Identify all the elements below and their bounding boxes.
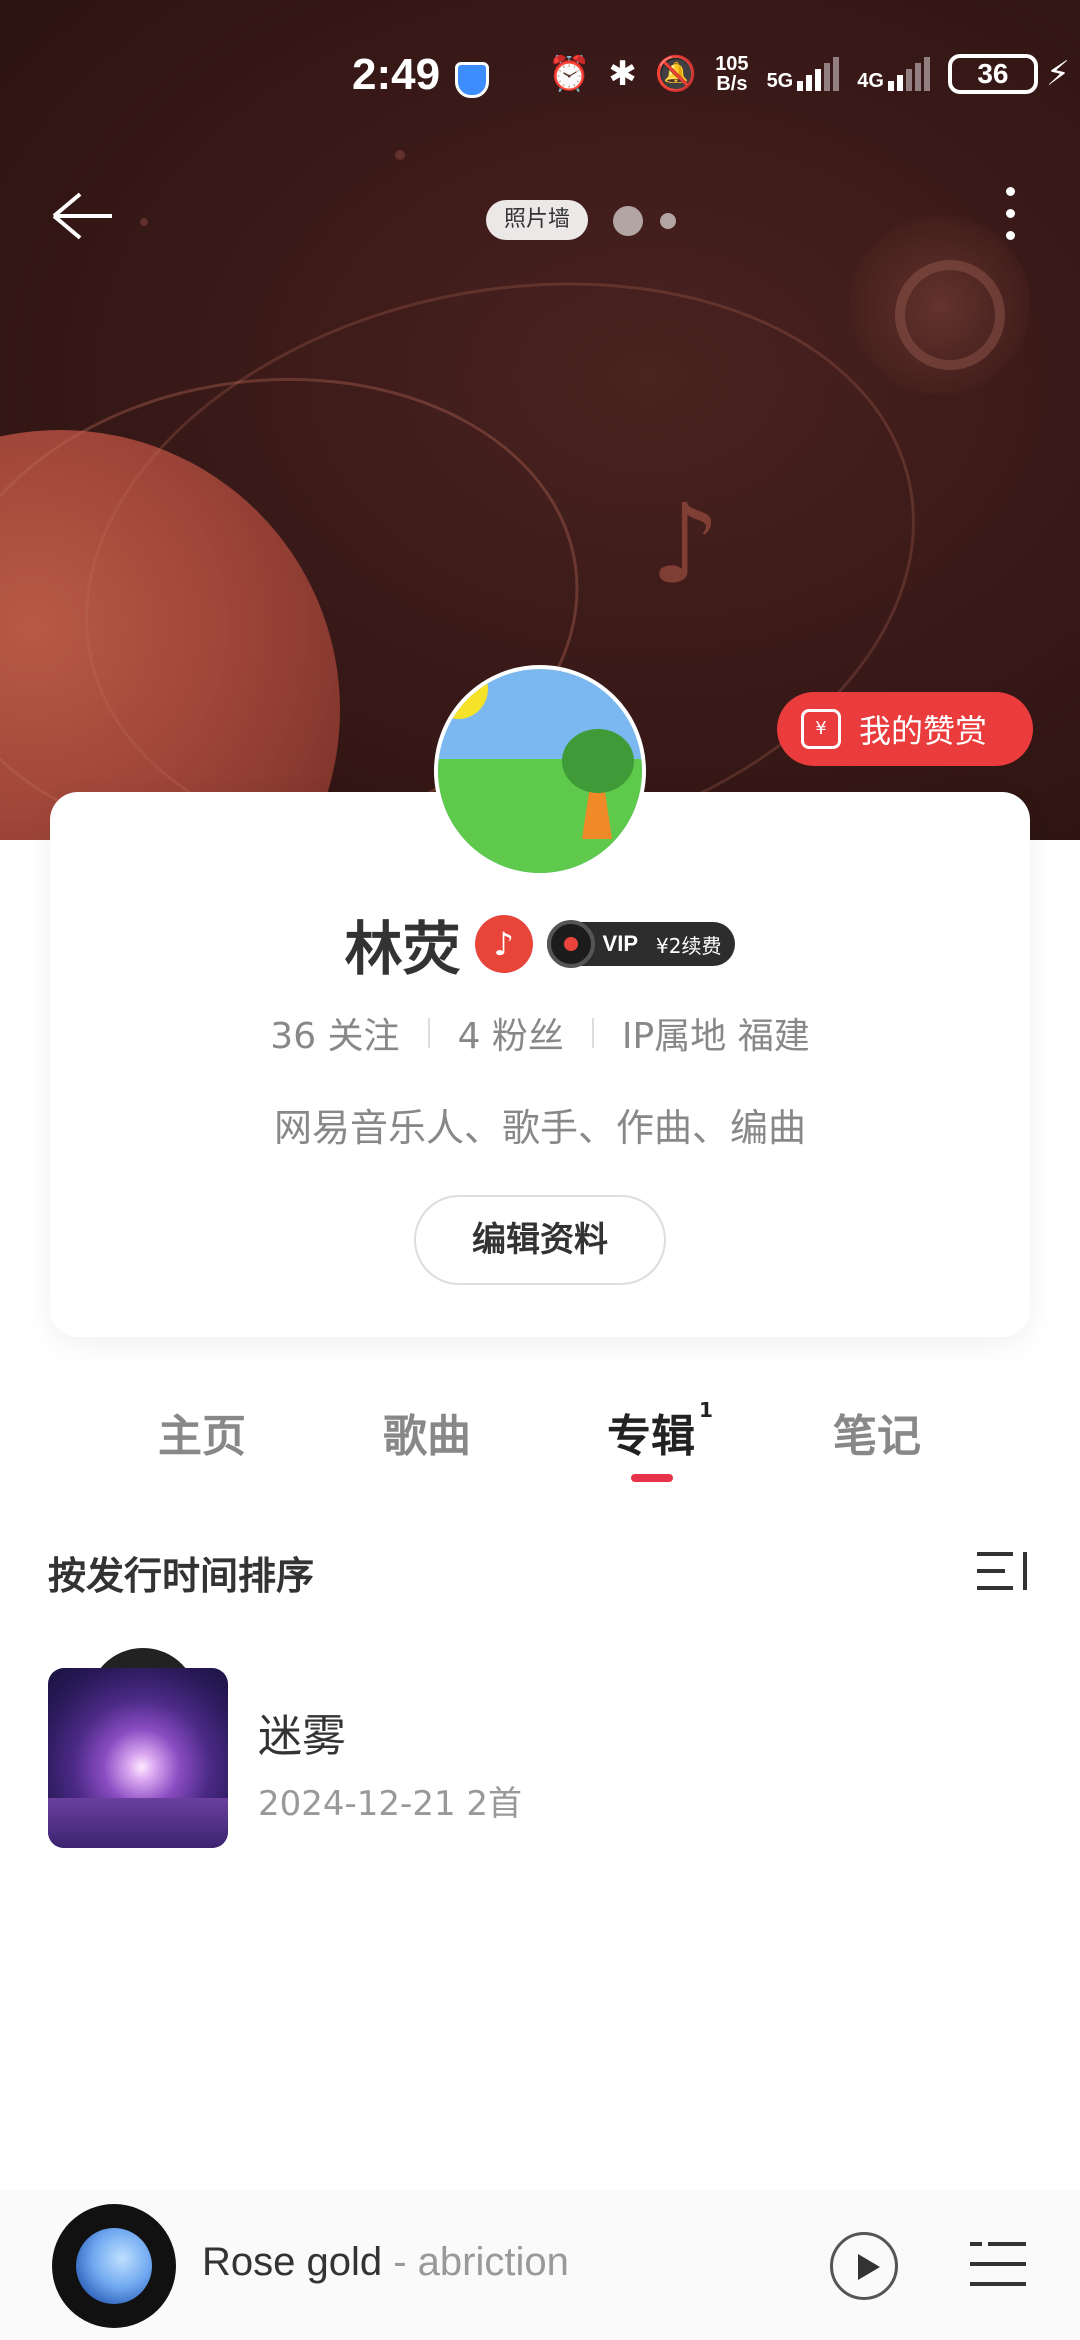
my-reward-button[interactable]: ¥ 我的赞赏: [777, 692, 1033, 766]
more-options-icon[interactable]: [990, 185, 1030, 245]
reward-label: 我的赞赏: [859, 712, 988, 750]
play-button-icon[interactable]: [830, 2232, 898, 2300]
security-shield-icon: [455, 62, 489, 98]
edit-profile-button[interactable]: 编辑资料: [414, 1195, 666, 1285]
page-indicator-dot: [613, 206, 643, 236]
page-indicator-dot: [660, 213, 676, 229]
song-separator: -: [382, 2240, 418, 2284]
network-speed: 105 B/s: [715, 53, 749, 95]
profile-tabs: 主页 歌曲 专辑1 笔记: [0, 1398, 1080, 1480]
battery-indicator: 36: [947, 54, 1038, 94]
musician-badge-icon[interactable]: ♪: [474, 915, 533, 973]
divider: [591, 1018, 594, 1048]
mini-player[interactable]: Rose gold - abriction: [0, 2190, 1080, 2340]
playlist-icon[interactable]: [970, 2240, 1026, 2290]
thumbs-up-yen-icon: ¥: [801, 709, 841, 749]
avatar[interactable]: [434, 665, 646, 877]
music-note-icon: ♪: [650, 480, 721, 608]
signal-4g: 4G: [857, 57, 930, 91]
star-decoration: [395, 150, 405, 160]
tab-albums[interactable]: 专辑1: [607, 1398, 713, 1464]
sort-order-icon[interactable]: [977, 1548, 1027, 1594]
followers-count[interactable]: 4 粉丝: [458, 1007, 564, 1059]
song-title: Rose gold: [202, 2240, 383, 2284]
star-decoration: [140, 218, 148, 226]
album-meta: 2024-12-21 2首: [258, 1784, 523, 1824]
now-playing-artwork[interactable]: [52, 2204, 176, 2328]
charging-icon: ⚡: [1045, 54, 1070, 94]
vip-renew-label: ¥2续费: [656, 933, 722, 958]
tab-notes[interactable]: 笔记: [833, 1400, 921, 1464]
tab-home[interactable]: 主页: [158, 1400, 246, 1464]
bluetooth-vibrate-icon: ✱: [608, 54, 637, 94]
vip-label: VIP: [602, 931, 639, 956]
user-bio: 网易音乐人、歌手、作曲、编曲: [273, 1106, 806, 1150]
vinyl-disc-icon: [546, 920, 595, 968]
active-tab-indicator: [631, 1474, 673, 1482]
mute-bell-icon: 🔕: [654, 54, 698, 94]
user-name: 林荧: [344, 915, 461, 983]
photo-wall-button[interactable]: 照片墙: [486, 200, 589, 240]
divider: [427, 1018, 430, 1048]
sort-label[interactable]: 按发行时间排序: [48, 1545, 314, 1600]
following-count[interactable]: 36 关注: [270, 1007, 399, 1059]
vip-badge[interactable]: VIP ¥2续费: [546, 920, 736, 968]
now-playing-text[interactable]: Rose gold - abriction: [202, 2240, 569, 2285]
song-artist: abriction: [417, 2240, 569, 2284]
alarm-icon: ⏰: [548, 54, 591, 94]
ip-location: IP属地 福建: [621, 1016, 810, 1057]
album-title: 迷雾: [258, 1711, 346, 1762]
signal-5g: 5G: [767, 57, 840, 91]
tab-songs[interactable]: 歌曲: [383, 1400, 471, 1464]
album-cover: [48, 1668, 228, 1848]
tab-albums-label: 专辑: [607, 1411, 695, 1462]
back-arrow-icon[interactable]: [48, 180, 120, 252]
status-time: 2:49: [352, 50, 441, 99]
list-item[interactable]: 迷雾 2024-12-21 2首: [48, 1648, 1032, 1848]
profile-stats: 36 关注 4 粉丝 IP属地 福建: [50, 1007, 1030, 1059]
tab-albums-count: 1: [699, 1398, 713, 1423]
status-bar: 2:49 ⏰ ✱ 🔕 105 B/s 5G 4G 36 ⚡: [0, 40, 1080, 115]
